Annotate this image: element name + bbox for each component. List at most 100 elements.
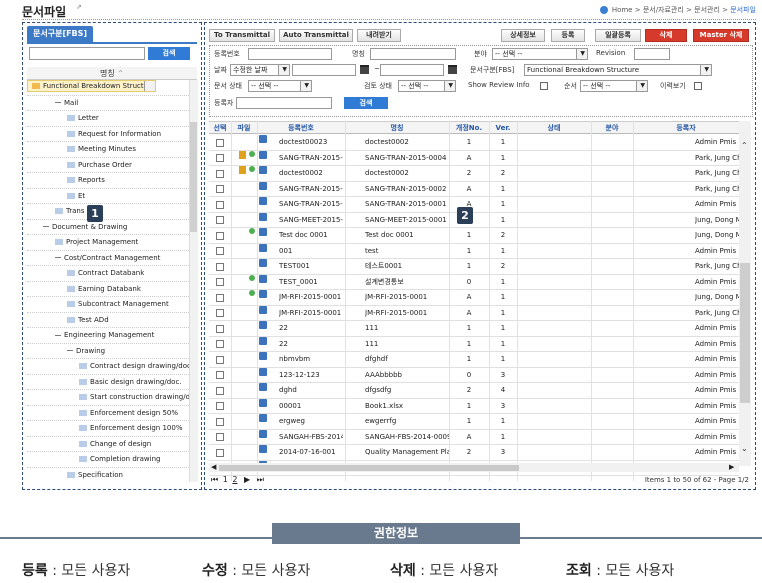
tree-column-header[interactable]: 명칭 ⌃	[27, 67, 197, 80]
table-row[interactable]: 123-12-123 AAAbbbbb 0 3 Admin Pmis	[209, 367, 739, 383]
file-icon[interactable]	[259, 150, 267, 159]
row-checkbox[interactable]	[216, 231, 224, 240]
row-checkbox[interactable]	[216, 293, 224, 302]
tree-scroll-thumb[interactable]	[190, 122, 197, 232]
grid-horizontal-thumb[interactable]	[219, 465, 519, 471]
row-checkbox[interactable]	[216, 433, 224, 441]
table-row[interactable]: 22 111 1 1 Admin Pmis	[209, 321, 739, 337]
table-row[interactable]: 001 test 1 1 Admin Pmis	[209, 243, 739, 259]
tree-item[interactable]: Mail	[27, 96, 189, 111]
column-header[interactable]: 명칭	[345, 122, 449, 134]
row-checkbox[interactable]	[216, 417, 224, 426]
page-1-link[interactable]: 1	[223, 475, 228, 484]
table-row[interactable]: SANG-MEET-2015-0001SANG-MEET-2015-0001A1…	[209, 212, 742, 228]
row-checkbox[interactable]	[216, 247, 224, 255]
file-icon[interactable]	[259, 321, 267, 329]
tree-item[interactable]: Request for Information	[27, 127, 189, 142]
reg-no-input[interactable]	[248, 48, 332, 60]
row-checkbox[interactable]	[216, 185, 224, 193]
tree-item[interactable]: Contract Databank	[27, 266, 189, 282]
history-checkbox[interactable]	[694, 82, 702, 90]
file-icon[interactable]	[259, 135, 267, 143]
file-icon[interactable]	[259, 166, 267, 174]
file-icon[interactable]	[259, 367, 267, 376]
row-checkbox[interactable]	[216, 200, 224, 209]
file-icon[interactable]	[259, 398, 267, 407]
external-link-icon[interactable]: ⇗	[76, 3, 82, 11]
column-header[interactable]: 선택	[209, 122, 231, 134]
table-row[interactable]: SANG-TRAN-2015-0002 SANG-TRAN-2015-0002 A 1…	[209, 181, 742, 197]
table-row[interactable]: Test doc 0001 Test doc 0001 1 2 Jung, Dong M	[209, 228, 742, 244]
tree-item[interactable]: Change of design	[27, 437, 189, 452]
tree-item[interactable]: Specification	[27, 468, 189, 483]
tree-item[interactable]: Start construction drawing/doc	[27, 390, 189, 406]
table-row[interactable]: 00001 Book1.xlsx 1 3 Admin Pmis	[209, 398, 739, 414]
row-checkbox[interactable]	[216, 340, 224, 348]
column-header[interactable]: 상태	[517, 122, 591, 134]
tree-item[interactable]: Cost/Contract Management	[27, 251, 189, 266]
file-icon[interactable]	[259, 445, 267, 453]
row-checkbox[interactable]	[216, 386, 224, 395]
column-header[interactable]: Ver.	[489, 122, 517, 134]
table-row[interactable]: dghd dfgsdfg 2 4 Admin Pmis	[209, 383, 739, 399]
tree-item[interactable]: Subcontract Management	[27, 297, 189, 313]
table-row[interactable]: TEST_0001 설계변경통보 0 1 Admin Pmis	[209, 274, 739, 290]
file-icon[interactable]	[259, 352, 267, 360]
row-checkbox[interactable]	[216, 355, 224, 364]
row-checkbox[interactable]	[216, 262, 224, 271]
table-row[interactable]: TEST001 테스트0001 1 2 Park, Jung Ch	[209, 259, 742, 275]
date-to-input[interactable]	[380, 64, 444, 76]
column-header[interactable]: 등록번호	[257, 122, 345, 134]
row-checkbox[interactable]	[216, 448, 224, 457]
registrant-input[interactable]	[236, 97, 332, 109]
detail-button[interactable]: 상세정보	[501, 29, 545, 42]
tree-item[interactable]: Engineering Management	[27, 328, 189, 344]
revision-input[interactable]	[634, 48, 670, 60]
auto-transmittal-button[interactable]: Auto Transmittal	[279, 29, 353, 42]
order-select[interactable]: -- 선택 -- ▼	[580, 80, 648, 92]
home-icon[interactable]	[599, 6, 608, 14]
column-header[interactable]: 개정No.	[449, 122, 489, 134]
table-row[interactable]: doctest0002 doctest0002 2 2 Park, Jung Ch	[209, 166, 742, 182]
table-row[interactable]: ergweg ewgerrfg 1 1 Admin Pmis	[209, 414, 739, 430]
tree-item[interactable]: Meeting Minutes	[27, 142, 189, 158]
tree-item[interactable]: Basic design drawing/doc.	[27, 375, 189, 390]
breadcrumb-docmgmt[interactable]: 문서관리	[694, 6, 720, 14]
delete-button[interactable]: 삭제	[645, 29, 687, 42]
breadcrumb-home[interactable]: Home	[612, 6, 633, 14]
file-icon[interactable]	[259, 212, 267, 221]
row-checkbox[interactable]	[216, 216, 224, 224]
tree-item[interactable]: Contract design drawing/doc.	[27, 359, 189, 375]
table-row[interactable]: nbmvbm dfghdf 1 1 Admin Pmis	[209, 352, 739, 368]
tree-item[interactable]: Reports	[27, 173, 189, 189]
tree-item[interactable]: Document & Drawing	[27, 220, 189, 235]
scroll-right-icon[interactable]: ▶	[729, 463, 734, 471]
column-header[interactable]: 분야	[591, 122, 633, 134]
column-header[interactable]: 파일	[231, 122, 257, 134]
table-row[interactable]: JM-RFI-2015-0001 JM-RFI-2015-0001 A 1 Jung, …	[209, 290, 742, 306]
tree-item[interactable]: Completion drawing	[27, 452, 189, 468]
breadcrumb-docs[interactable]: 문서/자료관리	[643, 6, 684, 14]
tree-item[interactable]: Earning Databank	[27, 282, 189, 297]
tree-item[interactable]: Trans	[27, 204, 189, 220]
last-page-icon[interactable]: ⏭	[257, 475, 264, 484]
file-icon[interactable]	[259, 429, 267, 438]
row-checkbox[interactable]	[216, 169, 224, 178]
tree-item[interactable]: Project Management	[27, 235, 189, 251]
file-icon[interactable]	[259, 305, 267, 314]
date-type-select[interactable]: 수정한 날짜 ▼	[230, 64, 290, 76]
table-row[interactable]: doctest00023 doctest0002 1 1 Admin Pmis	[209, 135, 739, 151]
table-row[interactable]: JM-RFI-2015-0001 JM-RFI-2015-0001 A 1 Park, …	[209, 305, 742, 321]
next-page-icon[interactable]: ▶	[244, 475, 250, 484]
file-icon[interactable]	[259, 336, 267, 345]
master-delete-button[interactable]: Master 삭제	[693, 29, 749, 42]
first-page-icon[interactable]: ⏮	[211, 475, 218, 484]
doc-class-select[interactable]: Functional Breakdown Structure ▼	[524, 64, 712, 76]
scroll-up-icon[interactable]: ⌃	[741, 141, 748, 150]
tree-item[interactable]: Drawing	[27, 344, 189, 359]
tree-item[interactable]: Enforcement design 50%	[27, 406, 189, 421]
tree-item[interactable]: Letter	[27, 111, 189, 127]
page-2-link[interactable]: 2	[232, 475, 237, 484]
file-icon[interactable]	[259, 383, 267, 391]
review-status-select[interactable]: -- 선택 -- ▼	[398, 80, 456, 92]
